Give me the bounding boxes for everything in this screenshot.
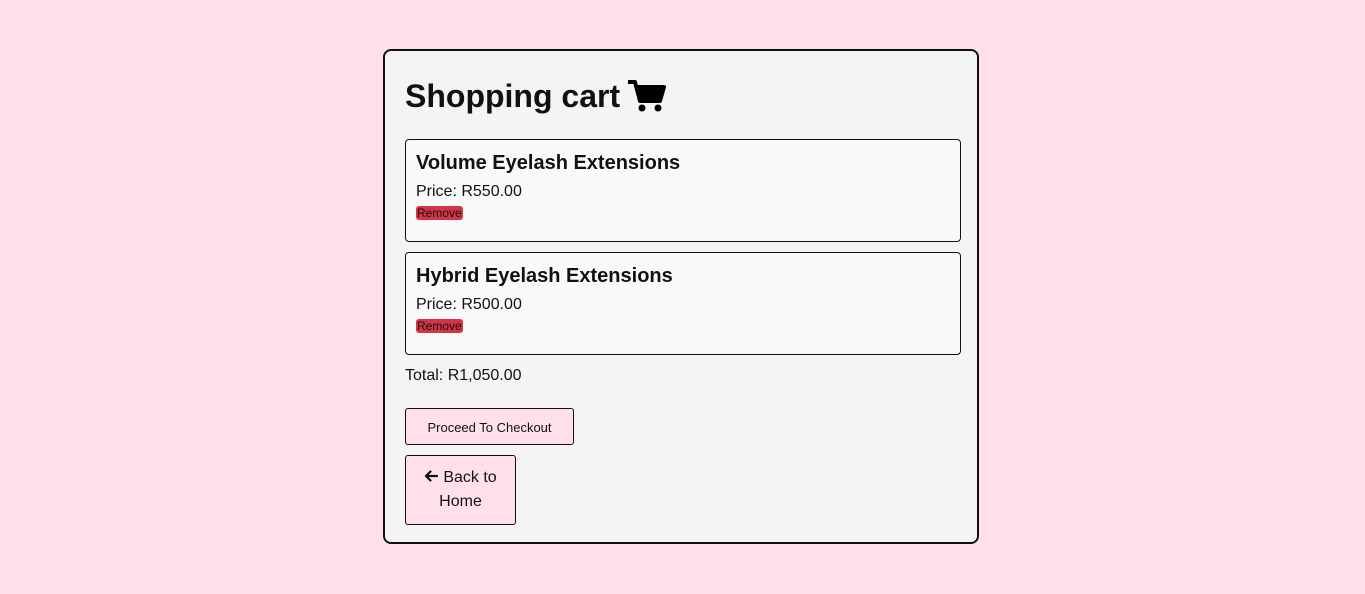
- cart-item: Volume Eyelash Extensions Price: R550.00…: [405, 139, 961, 242]
- cart-item: Hybrid Eyelash Extensions Price: R500.00…: [405, 252, 961, 355]
- remove-button[interactable]: Remove: [416, 206, 463, 220]
- proceed-to-checkout-button[interactable]: Proceed To Checkout: [405, 408, 574, 445]
- shopping-cart-icon: [627, 79, 667, 113]
- cart-panel: Shopping cart Volume Eyelash Extensions …: [383, 49, 979, 544]
- cart-total: Total: R1,050.00: [405, 367, 522, 384]
- back-label-line-2: Home: [439, 493, 482, 510]
- back-label-line-1: Back to: [443, 469, 497, 486]
- item-price: Price: R550.00: [416, 183, 522, 200]
- remove-button[interactable]: Remove: [416, 319, 463, 333]
- title-row: Shopping cart: [405, 76, 957, 116]
- page-title: Shopping cart: [405, 78, 621, 114]
- item-price: Price: R500.00: [416, 296, 522, 313]
- arrow-left-icon: [424, 466, 439, 482]
- back-line-1: Back to: [424, 466, 497, 490]
- item-name: Hybrid Eyelash Extensions: [416, 265, 673, 287]
- item-name: Volume Eyelash Extensions: [416, 152, 681, 174]
- back-to-home-button[interactable]: Back to Home: [405, 455, 516, 525]
